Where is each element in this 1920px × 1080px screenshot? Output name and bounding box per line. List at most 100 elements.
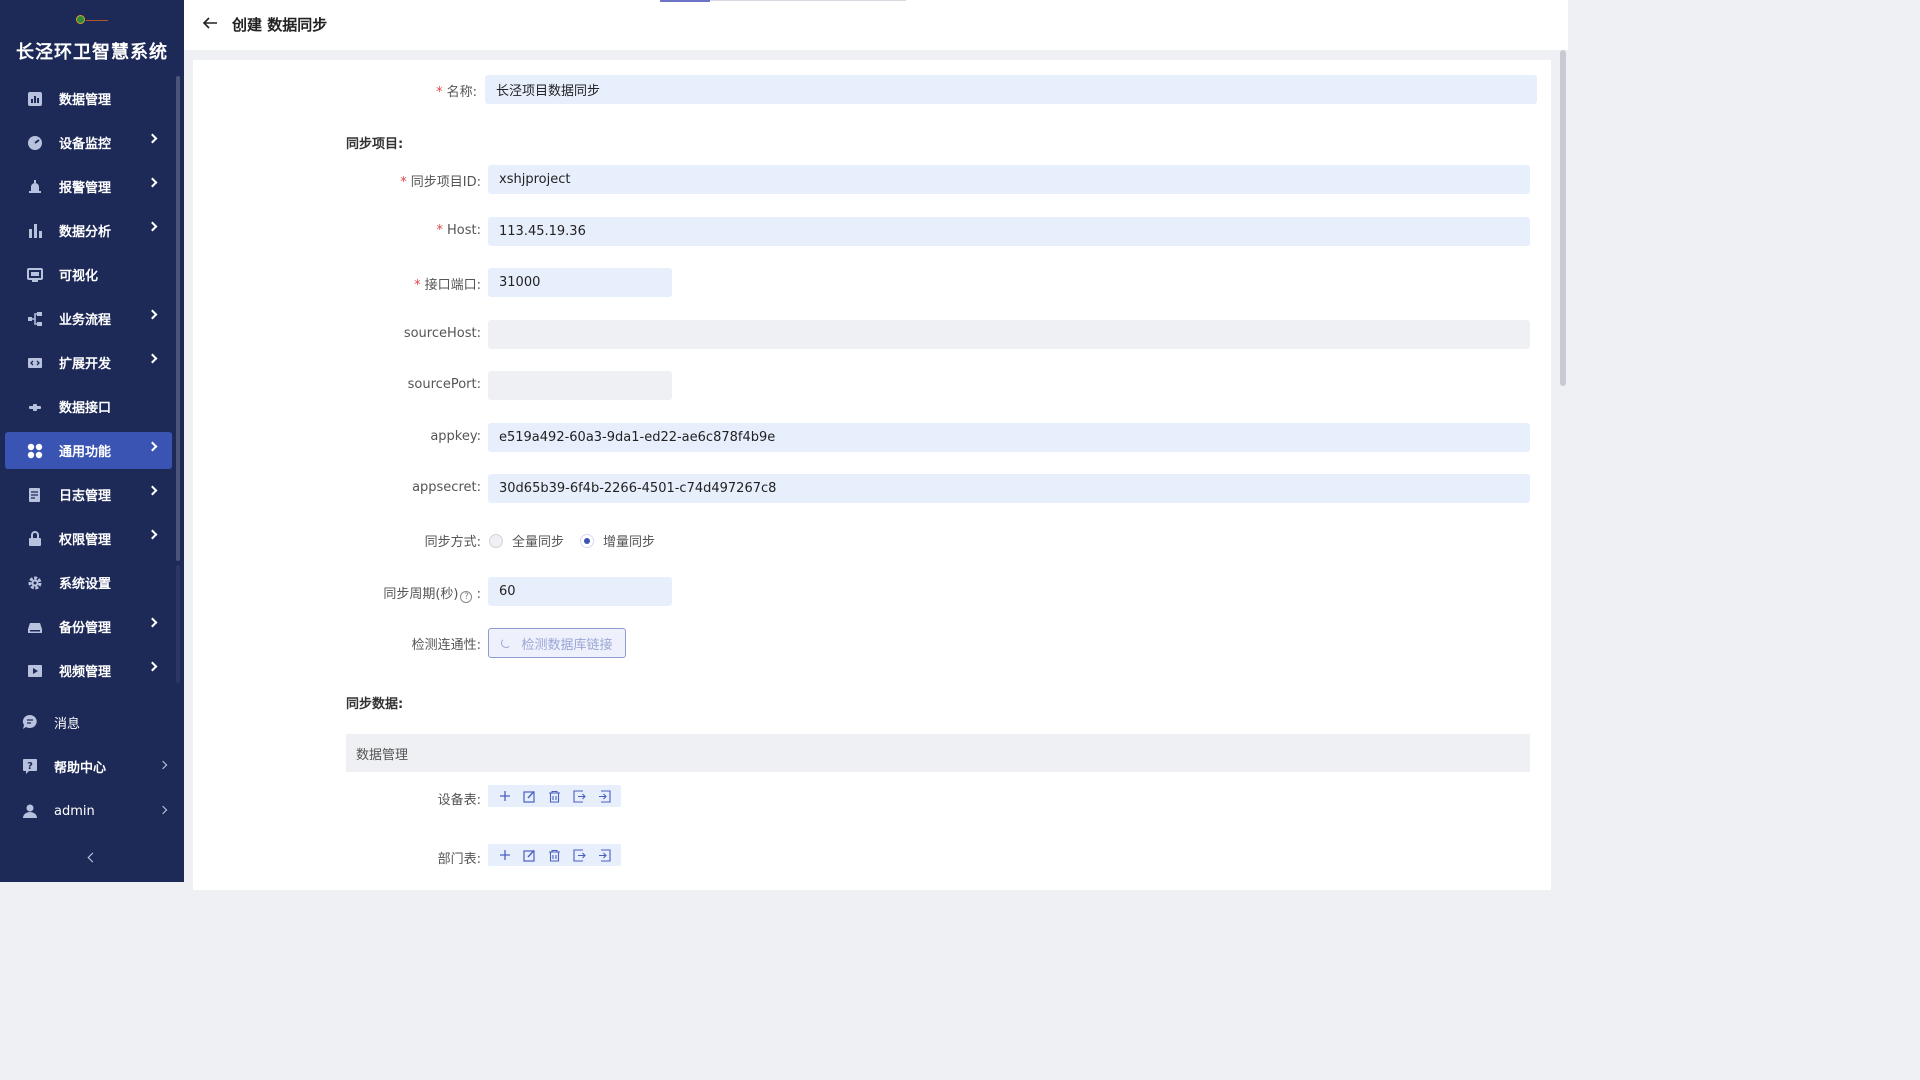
host-input[interactable]: 113.45.19.36	[488, 217, 1530, 246]
edit-icon[interactable]	[521, 789, 538, 803]
sidebar-item-label: 设备监控	[59, 137, 112, 152]
sidebar-item-label: 数据接口	[59, 401, 112, 416]
chevron-right-icon	[147, 221, 158, 232]
chevron-right-icon	[158, 805, 168, 815]
check-db-connection-button[interactable]: 检测数据库链接	[488, 628, 626, 658]
appsecret-input[interactable]: 30d65b39-6f4b-2266-4501-c74d497267c8	[488, 474, 1530, 503]
edit-icon[interactable]	[521, 848, 538, 862]
delete-icon[interactable]	[546, 848, 563, 862]
source-host-input[interactable]	[488, 320, 1530, 349]
appkey-input[interactable]: e519a492-60a3-9da1-ed22-ae6c878f4b9e	[488, 423, 1530, 452]
sidebar-item-system-settings[interactable]: 系统设置	[5, 564, 172, 601]
bar-chart-icon	[28, 91, 42, 106]
sync-mode-label: 同步方式:	[424, 535, 481, 550]
chevron-right-icon	[147, 617, 158, 628]
import-icon[interactable]	[596, 848, 613, 862]
port-input[interactable]: 31000	[488, 268, 672, 297]
sidebar-item-alarm[interactable]: 报警管理	[5, 168, 172, 205]
radio-circle-checked	[580, 533, 595, 548]
radio-full-sync[interactable]: 全量同步	[489, 531, 564, 550]
sidebar-item-visualization[interactable]: 可视化	[5, 256, 172, 293]
project-id-input[interactable]: xshjproject	[488, 165, 1530, 194]
add-icon[interactable]	[496, 848, 513, 862]
plug-icon	[29, 403, 41, 411]
sync-project-section-title: 同步项目:	[346, 137, 404, 152]
radio-incremental-sync[interactable]: 增量同步	[580, 531, 655, 550]
sidebar-item-data-interface[interactable]: 数据接口	[5, 388, 172, 425]
sidebar-item-log-management[interactable]: 日志管理	[5, 476, 172, 513]
sidebar-item-video[interactable]: 视频管理	[5, 652, 172, 689]
tab-indicator-track	[710, 0, 906, 1]
user-menu[interactable]: admin	[22, 799, 172, 823]
code-icon	[28, 357, 42, 368]
department-table-permissions	[488, 844, 621, 866]
export-icon[interactable]	[571, 848, 588, 862]
sidebar-item-device-monitor[interactable]: 设备监控	[5, 124, 172, 161]
username: admin	[54, 803, 95, 819]
grid-icon	[27, 443, 43, 458]
sidebar-item-data-management[interactable]: 数据管理	[5, 80, 172, 117]
project-id-label: * 同步项目ID:	[400, 175, 481, 190]
data-group-header[interactable]: 数据管理	[346, 734, 1530, 772]
video-icon	[28, 664, 42, 677]
sidebar-scrollbar-track	[176, 565, 180, 683]
messages-item[interactable]: 消息	[22, 710, 172, 734]
collapse-sidebar-icon[interactable]	[86, 853, 96, 863]
name-input[interactable]: 长泾项目数据同步	[485, 75, 1537, 104]
device-table-label: 设备表:	[437, 793, 481, 808]
chevron-right-icon	[158, 760, 168, 770]
loading-spinner-icon	[501, 638, 512, 648]
alarm-icon	[29, 179, 41, 193]
connectivity-label: 检测连通性:	[411, 638, 481, 653]
main-scrollbar[interactable]	[1560, 50, 1566, 386]
source-port-input[interactable]	[488, 371, 672, 400]
sidebar-item-label: 备份管理	[59, 621, 112, 636]
back-arrow-icon[interactable]	[202, 15, 218, 31]
lock-icon	[29, 530, 41, 546]
sidebar-item-label: 报警管理	[59, 181, 112, 196]
flow-icon	[28, 311, 42, 326]
sidebar-item-data-analysis[interactable]: 数据分析	[5, 212, 172, 249]
chevron-right-icon	[147, 309, 158, 320]
export-icon[interactable]	[571, 789, 588, 803]
sidebar-item-workflow[interactable]: 业务流程	[5, 300, 172, 337]
sidebar-item-label: 数据分析	[59, 225, 112, 240]
sync-period-label: 同步周期(秒)? :	[383, 587, 481, 603]
delete-icon[interactable]	[546, 789, 563, 803]
sidebar-nav: 数据管理 设备监控 报警管理 数据分析 可视化 业务流程 扩展开发 数据接口 通…	[0, 80, 184, 696]
sidebar-scrollbar[interactable]	[176, 76, 180, 561]
import-icon[interactable]	[596, 789, 613, 803]
sidebar-item-label: 扩展开发	[59, 357, 112, 372]
chevron-right-icon	[147, 177, 158, 188]
gear-icon	[28, 576, 42, 589]
sidebar-item-permission[interactable]: 权限管理	[5, 520, 172, 557]
sidebar-item-label: 通用功能	[59, 445, 112, 460]
app-title: 长泾环卫智慧系统	[16, 42, 168, 63]
sidebar-item-label: 业务流程	[59, 313, 112, 328]
chevron-right-icon	[147, 661, 158, 672]
page-title: 创建 数据同步	[232, 16, 328, 34]
sidebar-item-backup[interactable]: 备份管理	[5, 608, 172, 645]
user-icon	[23, 804, 37, 818]
monitor-gauge-icon	[28, 135, 42, 150]
source-port-label: sourcePort:	[407, 377, 481, 392]
sidebar: 长泾环卫智慧系统 数据管理 设备监控 报警管理 数据分析 可视化 业务流程 扩展…	[0, 0, 184, 882]
messages-label: 消息	[54, 716, 81, 732]
log-icon	[29, 487, 40, 502]
radio-circle	[489, 533, 503, 548]
help-circle-icon[interactable]: ?	[460, 591, 473, 603]
sidebar-item-label: 日志管理	[59, 489, 112, 504]
logo: 长泾环卫智慧系统	[0, 12, 184, 64]
department-table-label: 部门表:	[437, 852, 481, 867]
add-icon[interactable]	[496, 789, 513, 803]
appsecret-label: appsecret:	[412, 480, 481, 495]
sidebar-item-label: 数据管理	[59, 93, 112, 108]
logo-icon	[74, 12, 110, 26]
svg-text:?: ?	[27, 761, 33, 772]
sidebar-item-extension[interactable]: 扩展开发	[5, 344, 172, 381]
help-center-item[interactable]: ? 帮助中心	[22, 754, 172, 778]
sync-period-input[interactable]: 60	[488, 577, 672, 606]
sidebar-item-common-functions[interactable]: 通用功能	[5, 432, 172, 469]
help-icon: ?	[23, 759, 37, 774]
sidebar-item-label: 系统设置	[59, 577, 112, 592]
